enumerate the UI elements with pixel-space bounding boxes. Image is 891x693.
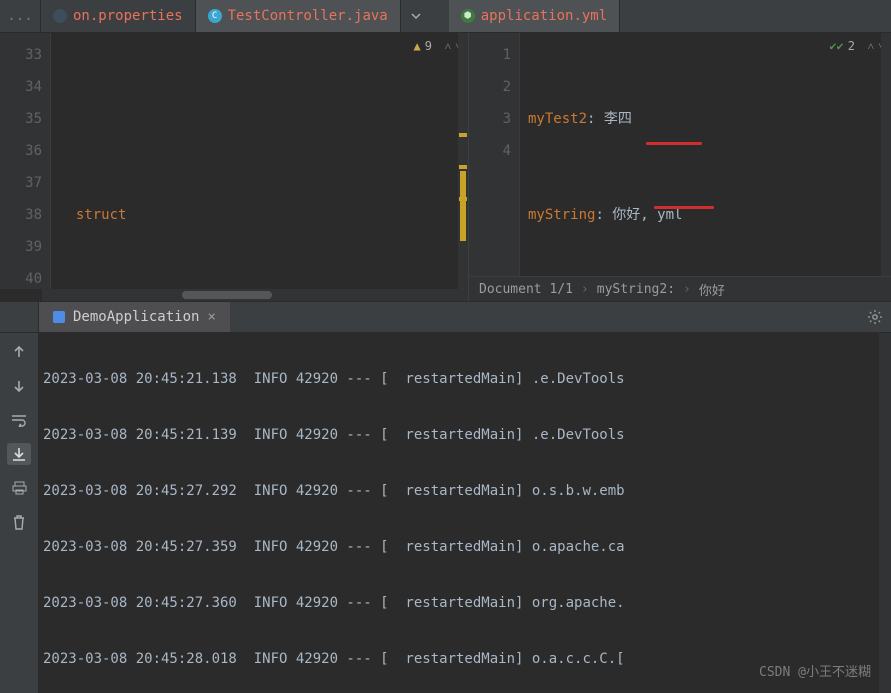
tab-yml-active[interactable]: ⬢ application.yml [449,0,620,32]
crumb-key: myString2: [597,282,675,297]
console-output[interactable]: 2023-03-08 20:45:21.138 INFO 42920 --- [… [39,333,879,693]
editor-right: 1 2 3 4 myTest2: 李四 myString: 你好, yml my… [469,33,891,301]
scroll-to-end-icon[interactable] [7,443,31,465]
breadcrumb[interactable]: Document 1/1 › myString2: › 你好 [469,276,891,301]
warning-icon: ▲ [414,39,421,53]
inspection-badge[interactable]: ▲ 9 [414,39,432,53]
check-icon: ✔✔ [829,39,843,53]
log-line: 2023-03-08 20:45:27.292 INFO 42920 --- [… [43,477,879,505]
prev-highlight-icon[interactable]: ˄ [867,39,874,54]
file-icon [53,9,67,23]
vertical-scrollbar[interactable] [879,333,891,693]
inspection-badge[interactable]: ✔✔ 2 [829,39,855,53]
tabs-overflow-left[interactable]: ... [0,0,41,32]
console-toolbar [0,333,39,693]
tab-java-active[interactable]: C TestController.java [196,0,401,32]
yml-icon: ⬢ [461,9,475,23]
soft-wrap-icon[interactable] [7,409,31,431]
gear-icon[interactable] [867,309,883,325]
watermark: CSDN @小王不迷糊 [759,659,871,687]
print-icon[interactable] [7,477,31,499]
editor-tab-bar: ... on.properties C TestController.java … [0,0,891,33]
line-number-gutter: 33 34 35 36 37 38 39 40 [0,33,51,289]
warning-count: 9 [425,39,432,53]
java-icon: C [208,9,222,23]
run-config-tab[interactable]: DemoApplication × [39,302,230,332]
log-line: 2023-03-08 20:45:27.359 INFO 42920 --- [… [43,533,879,561]
tab-label: TestController.java [228,8,388,24]
log-line: 2023-03-08 20:45:21.138 INFO 42920 --- [… [43,365,879,393]
log-line: 2023-03-08 20:45:21.139 INFO 42920 --- [… [43,421,879,449]
run-tab-label: DemoApplication [73,309,199,325]
crumb-val: 你好 [699,280,725,299]
down-icon[interactable] [7,375,31,397]
trash-icon[interactable] [7,511,31,533]
run-icon [53,311,65,323]
close-icon[interactable]: × [207,309,215,325]
prev-highlight-icon[interactable]: ˄ [444,39,451,54]
editor-left: 33 34 35 36 37 38 39 40 struct oid postC… [0,33,469,301]
line-number-gutter: 1 2 3 4 [469,33,520,276]
tab-label: on.properties [73,8,183,24]
log-line: 2023-03-08 20:45:28.018 INFO 42920 --- [… [43,645,879,673]
log-line: 2023-03-08 20:45:27.360 INFO 42920 --- [… [43,589,879,617]
run-tool-window: DemoApplication × 2023-03-08 20:45:21.13… [0,301,891,693]
warning-count: 2 [848,39,855,53]
horizontal-scrollbar[interactable] [42,289,468,301]
code-area-yml[interactable]: myTest2: 李四 myString: 你好, yml myString2:… [520,33,891,276]
tab-overflow-chevron[interactable] [401,0,431,32]
code-area-java[interactable]: struct oid postConstruct() { em.out.prin… [51,33,468,289]
tab-properties[interactable]: on.properties [41,0,196,32]
up-icon[interactable] [7,341,31,363]
crumb-doc: Document 1/1 [479,282,573,297]
tab-label: application.yml [481,8,607,24]
